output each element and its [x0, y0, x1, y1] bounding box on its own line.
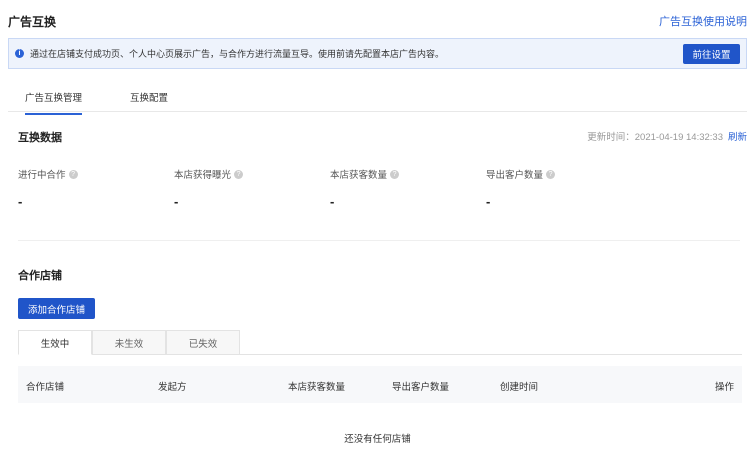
tab-pending[interactable]: 未生效	[92, 330, 166, 355]
tab-expired[interactable]: 已失效	[166, 330, 240, 355]
column-header: 创建时间	[500, 382, 539, 393]
add-partner-button[interactable]: 添加合作店铺	[18, 298, 95, 319]
notice-banner: i 通过在店铺支付成功页、个人中心页展示广告，与合作方进行流量互导。使用前请先配…	[8, 38, 747, 69]
main-tabs: 广告互换管理 互换配置	[8, 84, 747, 115]
section-title-exchange-data: 互换数据	[18, 132, 62, 144]
refresh-link[interactable]: 刷新	[728, 132, 747, 143]
notice-text: 通过在店铺支付成功页、个人中心页展示广告，与合作方进行流量互导。使用前请先配置本…	[30, 49, 445, 59]
help-icon[interactable]: ?	[390, 169, 400, 179]
column-header: 操作	[714, 382, 734, 393]
stat-label: 进行中合作?	[18, 167, 78, 181]
table-header: 合作店铺 发起方 本店获客数量 导出客户数量 创建时间 操作	[18, 366, 742, 403]
stat-label: 本店获客数量?	[330, 167, 400, 181]
stat-label: 导出客户数量?	[486, 167, 556, 181]
column-header: 合作店铺	[26, 382, 65, 393]
tab-ad-exchange-management[interactable]: 广告互换管理	[25, 90, 83, 115]
stat-label-text: 本店获得曝光	[174, 170, 232, 181]
column-header: 本店获客数量	[288, 382, 346, 393]
stat-label: 本店获得曝光?	[174, 167, 244, 181]
stat-value: -	[18, 194, 23, 209]
update-time: 更新时间：2021-04-19 14:32:33 刷新	[587, 129, 747, 143]
stat-label-text: 导出客户数量	[486, 170, 544, 181]
column-header: 发起方	[158, 382, 187, 393]
update-time-text: 更新时间：2021-04-19 14:32:33	[587, 132, 723, 143]
tab-active[interactable]: 生效中	[18, 330, 92, 355]
stat-value: -	[330, 194, 335, 209]
help-link[interactable]: 广告互换使用说明	[659, 13, 747, 29]
stat-label-text: 本店获客数量	[330, 170, 388, 181]
help-icon[interactable]: ?	[68, 169, 78, 179]
stat-value: -	[174, 194, 179, 209]
column-header: 导出客户数量	[392, 382, 450, 393]
stat-value: -	[486, 194, 491, 209]
go-settings-button[interactable]: 前往设置	[683, 43, 740, 64]
divider	[18, 240, 740, 241]
section-title-partners: 合作店铺	[18, 270, 62, 282]
help-icon[interactable]: ?	[234, 169, 244, 179]
empty-state: 还没有任何店铺	[344, 434, 411, 445]
stat-label-text: 进行中合作	[18, 170, 66, 181]
partner-status-tabs: 生效中 未生效 已失效	[18, 330, 742, 355]
info-icon: i	[15, 49, 24, 58]
tab-exchange-config[interactable]: 互换配置	[130, 90, 168, 104]
help-icon[interactable]: ?	[546, 169, 556, 179]
page-title: 广告互换	[8, 15, 57, 29]
